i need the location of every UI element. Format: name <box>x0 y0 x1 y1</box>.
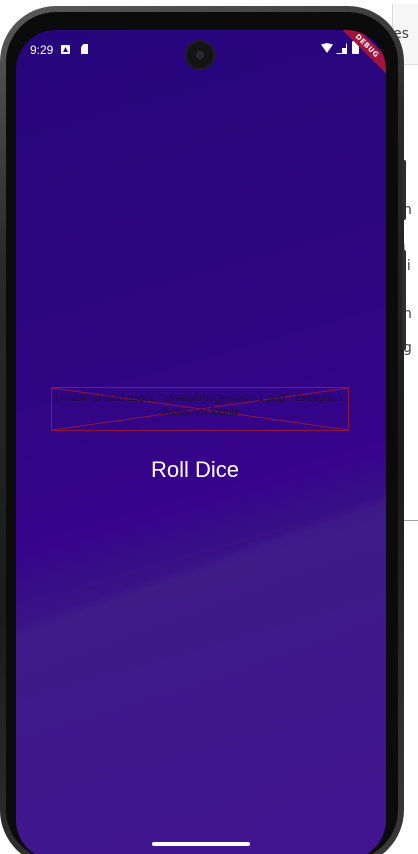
phone-side-button <box>402 160 406 220</box>
image-error-message: Unable to load asset: "assets/images/dic… <box>54 392 346 418</box>
home-indicator[interactable] <box>152 842 250 846</box>
sd-card-icon <box>81 44 88 54</box>
notification-a-icon <box>61 45 70 54</box>
signal-icon <box>336 43 347 54</box>
app-screen: 9:29 DEBUG Unable to load asset: "assets… <box>16 30 386 854</box>
status-time: 9:29 <box>30 43 54 57</box>
status-bar: 9:29 <box>16 30 386 68</box>
dice-image-error: Unable to load asset: "assets/images/dic… <box>51 387 349 431</box>
front-camera-icon <box>187 42 213 68</box>
background-gradient <box>16 30 386 854</box>
screenshot-stage: es n ii n g 9:29 DEBUG Unable to load as… <box>0 0 418 854</box>
wifi-icon <box>321 43 333 53</box>
roll-dice-button[interactable]: Roll Dice <box>151 457 239 483</box>
phone-volume-button <box>402 250 406 350</box>
